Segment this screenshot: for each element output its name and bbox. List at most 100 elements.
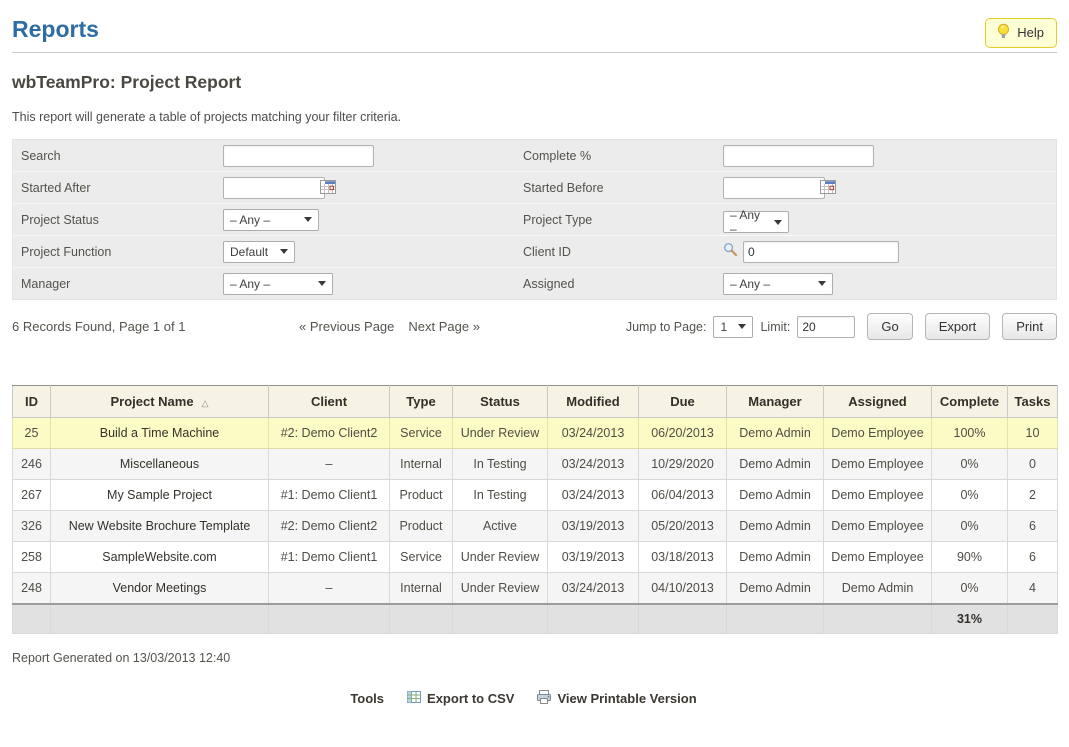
table-cell: 326 (13, 511, 51, 542)
projects-table: ID Project Name△ Client Type Status Modi… (12, 385, 1058, 634)
table-cell: Demo Admin (727, 542, 824, 573)
chevron-down-icon (304, 217, 312, 222)
project-status-select[interactable]: – Any – (223, 209, 319, 231)
filter-row: Project Function Default Client ID (13, 236, 1056, 268)
column-header-project-name[interactable]: Project Name△ (51, 386, 269, 418)
table-row[interactable]: 248Vendor Meetings–InternalUnder Review0… (13, 573, 1058, 605)
table-cell: Demo Admin (727, 418, 824, 449)
table-cell: #1: Demo Client1 (269, 542, 390, 573)
client-id-label: Client ID (515, 245, 723, 259)
table-row[interactable]: 267My Sample Project#1: Demo Client1Prod… (13, 480, 1058, 511)
summary-cell (639, 604, 727, 634)
summary-cell (51, 604, 269, 634)
filter-row: Manager – Any – Assigned – Any – (13, 268, 1056, 299)
table-cell: 267 (13, 480, 51, 511)
export-button[interactable]: Export (925, 313, 991, 340)
column-header-due[interactable]: Due (639, 386, 727, 418)
table-row[interactable]: 326New Website Brochure Template#2: Demo… (13, 511, 1058, 542)
print-button[interactable]: Print (1002, 313, 1057, 340)
column-header-type[interactable]: Type (390, 386, 453, 418)
column-header-manager[interactable]: Manager (727, 386, 824, 418)
previous-page-link[interactable]: « Previous Page (299, 319, 394, 334)
table-cell: Demo Admin (727, 511, 824, 542)
chevron-down-icon (280, 249, 288, 254)
search-icon[interactable] (723, 242, 738, 262)
table-cell: Demo Admin (727, 480, 824, 511)
table-cell: Product (390, 511, 453, 542)
table-cell: In Testing (453, 449, 548, 480)
table-cell: #2: Demo Client2 (269, 511, 390, 542)
table-cell: 6 (1008, 511, 1058, 542)
pagination-bar: 6 Records Found, Page 1 of 1 « Previous … (12, 312, 1057, 341)
table-cell: 4 (1008, 573, 1058, 605)
select-value: – Any – (730, 277, 770, 291)
table-cell: Miscellaneous (51, 449, 269, 480)
client-id-input[interactable] (743, 241, 899, 263)
table-cell: Under Review (453, 542, 548, 573)
go-button[interactable]: Go (867, 313, 912, 340)
table-cell: SampleWebsite.com (51, 542, 269, 573)
assigned-select[interactable]: – Any – (723, 273, 833, 295)
summary-cell (13, 604, 51, 634)
table-cell: – (269, 449, 390, 480)
table-cell: – (269, 573, 390, 605)
table-row[interactable]: 246Miscellaneous–InternalIn Testing03/24… (13, 449, 1058, 480)
filter-row: Started After Started Before (13, 172, 1056, 204)
project-function-select[interactable]: Default (223, 241, 295, 263)
summary-cell (1008, 604, 1058, 634)
column-header-modified[interactable]: Modified (548, 386, 639, 418)
table-row[interactable]: 25Build a Time Machine#2: Demo Client2Se… (13, 418, 1058, 449)
summary-cell (269, 604, 390, 634)
column-header-client[interactable]: Client (269, 386, 390, 418)
project-type-select[interactable]: – Any – (723, 211, 789, 233)
table-row[interactable]: 258SampleWebsite.com#1: Demo Client1Serv… (13, 542, 1058, 573)
column-header-status[interactable]: Status (453, 386, 548, 418)
header-divider (12, 52, 1057, 53)
started-before-input[interactable] (723, 177, 825, 199)
manager-select[interactable]: – Any – (223, 273, 333, 295)
complete-pct-input[interactable] (723, 145, 874, 167)
summary-complete: 31% (932, 604, 1008, 634)
table-cell: 06/04/2013 (639, 480, 727, 511)
printer-icon (536, 689, 552, 708)
summary-row: 31% (13, 604, 1058, 634)
complete-pct-label: Complete % (515, 149, 723, 163)
table-cell: Service (390, 542, 453, 573)
printable-version-link[interactable]: View Printable Version (536, 689, 696, 708)
calendar-icon[interactable] (320, 179, 337, 200)
table-cell: Demo Employee (824, 542, 932, 573)
started-after-input[interactable] (223, 177, 325, 199)
column-header-tasks[interactable]: Tasks (1008, 386, 1058, 418)
calendar-icon[interactable] (820, 179, 837, 200)
limit-input[interactable] (797, 316, 855, 338)
limit-label: Limit: (760, 320, 790, 334)
next-page-link[interactable]: Next Page » (408, 319, 480, 334)
table-cell: 10 (1008, 418, 1058, 449)
help-button[interactable]: Help (985, 18, 1057, 48)
report-description: This report will generate a table of pro… (12, 110, 1057, 124)
page-select[interactable]: 1 (713, 316, 753, 338)
table-cell: Internal (390, 573, 453, 605)
table-cell: 248 (13, 573, 51, 605)
report-generated: Report Generated on 13/03/2013 12:40 (12, 651, 1057, 665)
export-csv-label: Export to CSV (427, 691, 514, 706)
search-label: Search (13, 149, 223, 163)
manager-label: Manager (13, 277, 223, 291)
jump-to-page-label: Jump to Page: (626, 320, 707, 334)
export-csv-link[interactable]: Export to CSV (406, 689, 514, 708)
table-cell: 0% (932, 449, 1008, 480)
chevron-down-icon (318, 281, 326, 286)
column-header-assigned[interactable]: Assigned (824, 386, 932, 418)
table-cell: Demo Employee (824, 480, 932, 511)
project-type-label: Project Type (515, 213, 723, 227)
table-cell: 2 (1008, 480, 1058, 511)
table-cell: New Website Brochure Template (51, 511, 269, 542)
records-count: 6 Records Found, Page 1 of 1 (12, 319, 299, 334)
table-cell: In Testing (453, 480, 548, 511)
column-header-id[interactable]: ID (13, 386, 51, 418)
filters-panel: Search Complete % Started After Started … (12, 139, 1057, 300)
search-input[interactable] (223, 145, 374, 167)
column-header-complete[interactable]: Complete (932, 386, 1008, 418)
table-cell: 06/20/2013 (639, 418, 727, 449)
table-cell: Internal (390, 449, 453, 480)
